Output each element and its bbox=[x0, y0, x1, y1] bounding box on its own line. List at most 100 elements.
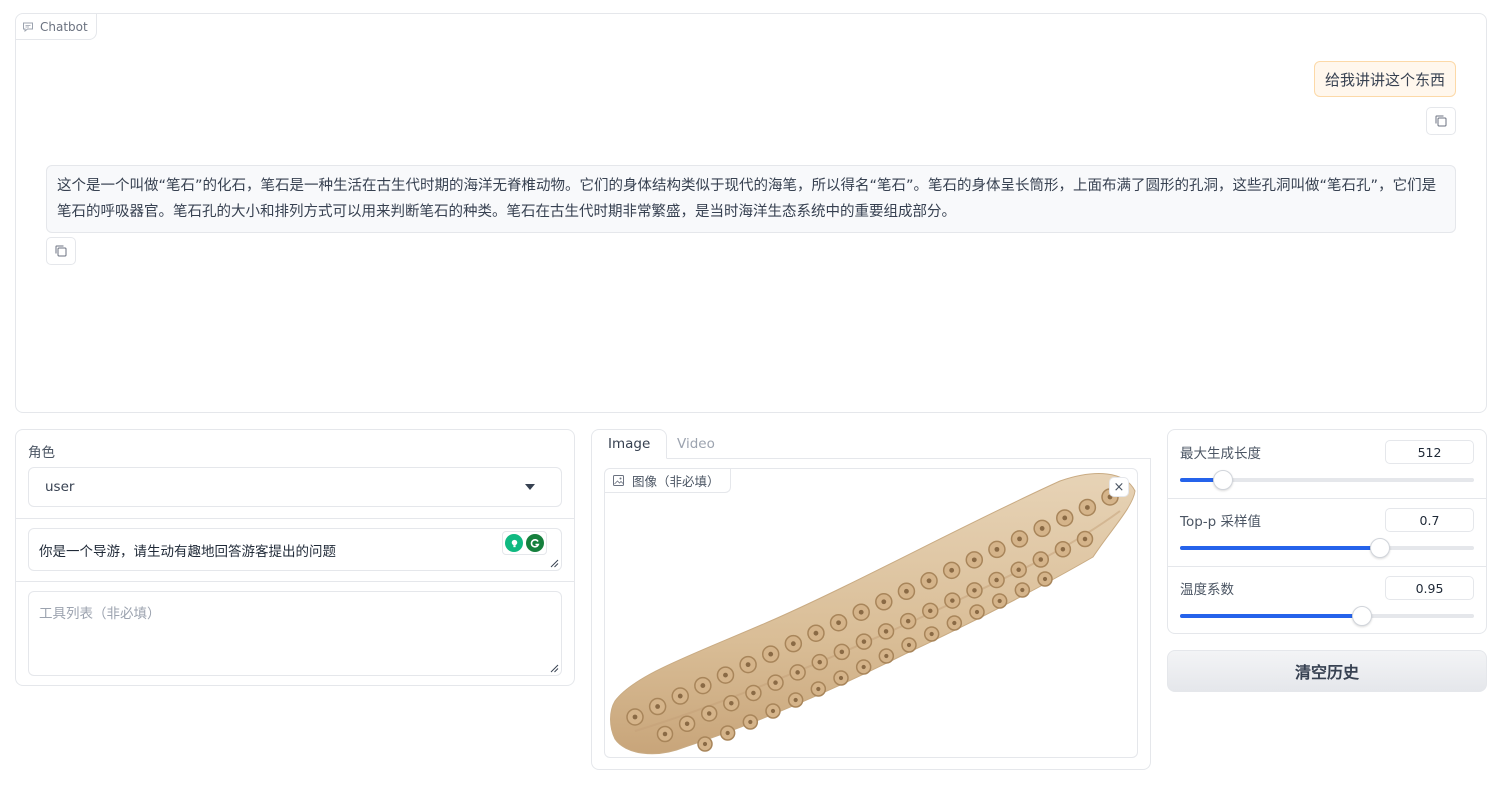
fossil-hole-center bbox=[1020, 587, 1025, 593]
fossil-hole-center bbox=[795, 670, 800, 675]
fossil-image bbox=[610, 473, 1136, 755]
chatbot-panel: Chatbot 给我讲讲这个东西 这个是一个叫做“笔石”的化石，笔石是一种生活在… bbox=[15, 13, 1487, 413]
input-panel: 角色 user 你是一个导游，请生动有趣地回答游客提出的问题 工具列表（非必填） bbox=[15, 429, 575, 686]
system-prompt-text: 你是一个导游，请生动有趣地回答游客提出的问题 bbox=[39, 544, 336, 560]
resize-handle-icon[interactable] bbox=[549, 558, 559, 568]
system-prompt-input[interactable]: 你是一个导游，请生动有趣地回答游客提出的问题 bbox=[28, 528, 562, 571]
top-p-input[interactable]: 0.7 bbox=[1385, 508, 1474, 532]
tools-list-placeholder: 工具列表（非必填） bbox=[39, 606, 161, 622]
tab-video[interactable]: Video bbox=[661, 429, 731, 459]
fossil-hole-center bbox=[702, 741, 708, 747]
temperature-input[interactable]: 0.95 bbox=[1385, 576, 1474, 600]
fossil-hole-center bbox=[905, 618, 911, 624]
max-length-control: 最大生成长度 512 bbox=[1168, 430, 1486, 498]
fossil-hole-center bbox=[751, 690, 756, 696]
top-p-label: Top-p 采样值 bbox=[1180, 514, 1262, 530]
parameters-panel: 最大生成长度 512 Top-p 采样值 0.7 温度系数 0.95 bbox=[1167, 429, 1487, 634]
fossil-hole-center bbox=[928, 608, 933, 614]
fossil-hole-center bbox=[706, 711, 712, 716]
fossil-hole-center bbox=[926, 578, 932, 584]
fossil-hole-center bbox=[950, 598, 955, 603]
tab-image[interactable]: Image bbox=[591, 429, 668, 459]
fossil-hole-center bbox=[1042, 576, 1048, 582]
fossil-hole-center bbox=[839, 649, 845, 655]
top-p-slider[interactable] bbox=[1180, 538, 1474, 558]
top-p-slider-thumb[interactable] bbox=[1369, 538, 1390, 558]
copy-assistant-message-button[interactable] bbox=[46, 237, 76, 265]
fossil-hole-center bbox=[1017, 536, 1022, 542]
fossil-hole-center bbox=[1062, 515, 1068, 521]
copy-user-message-button[interactable] bbox=[1426, 107, 1456, 135]
top-p-control: Top-p 采样值 0.7 bbox=[1168, 498, 1486, 566]
lightbulb-icon[interactable] bbox=[505, 534, 523, 552]
copy-icon bbox=[1435, 115, 1447, 127]
fossil-hole-center bbox=[748, 719, 753, 725]
role-dropdown[interactable]: user bbox=[28, 467, 562, 507]
fossil-hole-center bbox=[952, 620, 957, 626]
close-icon[interactable]: × bbox=[1109, 477, 1129, 497]
chatbot-label: Chatbot bbox=[16, 14, 97, 40]
image-label-text: 图像（非必填） bbox=[632, 474, 720, 489]
temperature-slider-thumb[interactable] bbox=[1352, 606, 1373, 626]
fossil-hole-center bbox=[838, 675, 844, 681]
fossil-hole-center bbox=[745, 662, 751, 668]
fossil-hole-center bbox=[904, 588, 909, 594]
fossil-hole-center bbox=[972, 588, 977, 593]
fossil-hole-center bbox=[861, 664, 866, 670]
chatbot-label-text: Chatbot bbox=[40, 19, 88, 34]
fossil-hole-center bbox=[700, 683, 706, 688]
media-tabs: Image Video bbox=[591, 429, 1151, 459]
clear-history-button[interactable]: 清空历史 bbox=[1167, 650, 1487, 692]
divider bbox=[16, 581, 574, 582]
fossil-hole-center bbox=[861, 639, 867, 644]
temperature-slider[interactable] bbox=[1180, 606, 1474, 626]
fossil-hole-center bbox=[677, 693, 683, 699]
chat-icon bbox=[23, 22, 33, 32]
max-length-slider-thumb[interactable] bbox=[1213, 470, 1234, 490]
fossil-hole-center bbox=[773, 680, 778, 685]
fossil-hole-center bbox=[883, 629, 889, 634]
image-tab-content: 图像（非必填） × bbox=[591, 458, 1151, 770]
fossil-hole-center bbox=[906, 642, 912, 648]
temperature-slider-fill bbox=[1180, 614, 1363, 618]
fossil-hole-center bbox=[793, 697, 798, 703]
fossil-hole-center bbox=[994, 577, 999, 583]
user-message: 给我讲讲这个东西 bbox=[1313, 61, 1456, 97]
chevron-down-icon bbox=[525, 484, 535, 490]
grammarly-widget[interactable] bbox=[502, 531, 547, 555]
max-length-label: 最大生成长度 bbox=[1180, 446, 1261, 462]
fossil-hole-center bbox=[790, 641, 796, 647]
fossil-hole-center bbox=[725, 730, 730, 736]
fossil-hole-center bbox=[632, 714, 638, 720]
fossil-hole-center bbox=[1039, 526, 1045, 531]
fossil-hole-center bbox=[1082, 536, 1088, 542]
image-label: 图像（非必填） bbox=[605, 469, 731, 493]
fossil-hole-center bbox=[1016, 567, 1021, 573]
fossil-hole-center bbox=[974, 609, 980, 615]
fossil-hole-center bbox=[729, 700, 734, 706]
fossil-hole-center bbox=[817, 659, 822, 665]
fossil-hole-center bbox=[836, 620, 841, 626]
fossil-hole-center bbox=[813, 630, 819, 636]
tools-list-input[interactable]: 工具列表（非必填） bbox=[28, 591, 562, 676]
fossil-hole-center bbox=[997, 598, 1002, 604]
grammarly-icon[interactable] bbox=[526, 534, 544, 552]
divider bbox=[16, 518, 574, 519]
role-dropdown-value: user bbox=[45, 479, 75, 495]
resize-handle-icon[interactable] bbox=[549, 663, 559, 673]
max-length-input[interactable]: 512 bbox=[1385, 440, 1474, 464]
max-length-slider[interactable] bbox=[1180, 470, 1474, 490]
image-upload[interactable]: 图像（非必填） × bbox=[604, 468, 1138, 758]
copy-icon bbox=[55, 245, 67, 257]
fossil-hole-center bbox=[994, 546, 1000, 552]
fossil-hole-center bbox=[858, 609, 864, 615]
fossil-hole-center bbox=[723, 672, 728, 678]
fossil-hole-center bbox=[929, 631, 934, 637]
assistant-message: 这个是一个叫做“笔石”的化石，笔石是一种生活在古生代时期的海洋无脊椎动物。它们的… bbox=[46, 165, 1456, 233]
fossil-hole-center bbox=[881, 599, 887, 605]
fossil-hole-center bbox=[1084, 505, 1090, 510]
fossil-hole-center bbox=[768, 651, 774, 657]
fossil-hole-center bbox=[1060, 547, 1066, 552]
temperature-label: 温度系数 bbox=[1180, 582, 1234, 598]
fossil-hole-center bbox=[662, 731, 668, 737]
